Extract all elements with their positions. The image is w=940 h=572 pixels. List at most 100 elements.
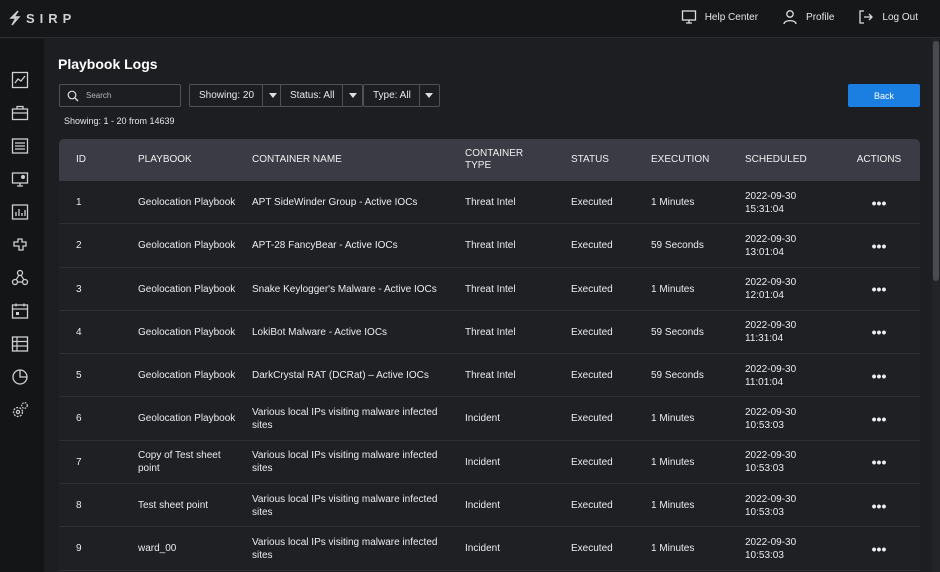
cell-container-name: Various local IPs visiting malware infec… [252,536,438,561]
cell-playbook: Geolocation Playbook [138,370,236,382]
cell-actions: ••• [856,397,902,440]
header-container-type[interactable]: CONTAINER TYPE [465,139,535,181]
table-row[interactable]: 5 Geolocation Playbook DarkCrystal RAT (DC… [59,354,920,398]
cell-playbook: Test sheet point [138,500,209,512]
search-input[interactable] [86,91,176,100]
logout-link[interactable]: Log Out [858,9,918,25]
more-actions-icon[interactable]: ••• [872,282,887,296]
more-actions-icon[interactable]: ••• [872,325,887,339]
monitor-help-icon [681,10,696,24]
cell-container-name: DarkCrystal RAT (DCRat) – Active IOCs [252,370,429,382]
scrollbar-thumb[interactable] [933,41,939,281]
status-filter[interactable]: Status: All [280,84,364,107]
cell-id: 1 [76,197,82,208]
integrations-icon[interactable] [11,236,29,254]
cell-status: Executed [571,370,613,382]
table-header: ID PLAYBOOK CONTAINER NAME CONTAINER TYP… [59,139,920,181]
cell-status: Executed [571,456,613,468]
cell-scheduled: 2022-09-30 12:01:04 [745,277,797,302]
header-container-name[interactable]: CONTAINER NAME [252,139,442,181]
monitor-icon[interactable] [11,170,29,188]
vertical-scrollbar[interactable] [932,39,940,572]
table-row[interactable]: 6 Geolocation Playbook Various local IPs v… [59,397,920,441]
showing-filter[interactable]: Showing: 20 [189,84,284,107]
table-body: 1 Geolocation Playbook APT SideWinder Grou… [59,181,920,571]
cell-actions: ••• [856,268,902,311]
cell-playbook: ward_00 [138,543,177,555]
cell-actions: ••• [856,354,902,397]
header-playbook[interactable]: PLAYBOOK [138,139,238,181]
cell-execution: 1 Minutes [651,197,695,208]
cell-actions: ••• [856,484,902,527]
search-icon [67,90,79,101]
header-scheduled[interactable]: SCHEDULED [745,139,835,181]
top-bar: SIRP Help Center Profile Log Out [0,0,940,38]
cell-execution: 59 Seconds [651,370,704,382]
table-row[interactable]: 1 Geolocation Playbook APT SideWinder Grou… [59,181,920,225]
cell-id: 6 [76,413,82,425]
type-filter[interactable]: Type: All [363,84,440,107]
calendar-icon[interactable] [11,302,29,320]
header-actions: ACTIONS [856,154,902,165]
chevron-down-icon[interactable] [418,85,439,106]
cell-container-name: Various local IPs visiting malware infec… [252,493,438,518]
main-content: Playbook Logs Showing: 20 Status: All Ty… [44,39,932,572]
user-icon [783,10,797,25]
more-actions-icon[interactable]: ••• [872,542,887,556]
cell-actions: ••• [856,224,902,267]
cell-id: 3 [76,283,82,295]
help-center-link[interactable]: Help Center [681,9,758,25]
cell-scheduled: 2022-09-30 10:53:03 [745,406,797,431]
analytics-icon[interactable] [11,368,29,386]
table-row[interactable]: 9 ward_00 Various local IPs visiting malwa… [59,527,920,571]
cell-playbook: Geolocation Playbook [138,413,236,425]
table-row[interactable]: 7 Copy of Test sheet point Various local I… [59,440,920,485]
back-button[interactable]: Back [848,84,920,107]
table-row[interactable]: 4 Geolocation Playbook LokiBot Malware - A… [59,310,920,355]
list-icon[interactable] [11,137,29,155]
cell-scheduled: 2022-09-30 13:01:04 [745,233,797,258]
app-logo[interactable]: SIRP [8,10,76,26]
cell-container-type: Threat Intel [465,326,516,338]
cell-status: Executed [571,500,613,512]
more-actions-icon[interactable]: ••• [872,196,887,210]
cell-id: 5 [76,370,82,382]
logo-text: SIRP [26,10,77,26]
header-id[interactable]: ID [76,139,116,181]
settings-icon[interactable] [11,401,29,419]
cell-execution: 1 Minutes [651,413,695,425]
cell-execution: 1 Minutes [651,456,695,468]
cell-actions: ••• [856,181,902,224]
more-actions-icon[interactable]: ••• [872,412,887,426]
cell-playbook: Geolocation Playbook [138,197,236,208]
cell-container-type: Threat Intel [465,370,516,382]
cell-scheduled: 2022-09-30 10:53:03 [745,536,797,561]
cell-container-type: Threat Intel [465,197,516,208]
cell-container-name: LokiBot Malware - Active IOCs [252,326,388,338]
table-row[interactable]: 2 Geolocation Playbook APT-28 FancyBear - … [59,224,920,268]
search-box[interactable] [59,84,181,107]
cell-status: Executed [571,326,613,338]
more-actions-icon[interactable]: ••• [872,499,887,513]
more-actions-icon[interactable]: ••• [872,239,887,253]
cell-playbook: Geolocation Playbook [138,240,236,252]
more-actions-icon[interactable]: ••• [872,455,887,469]
header-status[interactable]: STATUS [571,139,641,181]
dashboard-icon[interactable] [11,71,29,89]
cell-container-name: APT SideWinder Group - Active IOCs [252,197,418,208]
reports-icon[interactable] [11,203,29,221]
showing-count: Showing: 1 - 20 from 14639 [64,116,175,126]
profile-link[interactable]: Profile [782,9,834,25]
table-row[interactable]: 3 Geolocation Playbook Snake Keylogger's M… [59,267,920,311]
cell-scheduled: 2022-09-30 11:01:04 [745,363,797,388]
chevron-down-icon[interactable] [342,85,362,106]
more-actions-icon[interactable]: ••• [872,369,887,383]
cell-status: Executed [571,543,613,555]
cell-container-type: Incident [465,500,501,512]
header-execution[interactable]: EXECUTION [651,139,731,181]
cases-icon[interactable] [11,104,29,122]
workflow-icon[interactable] [11,269,29,287]
assets-icon[interactable] [11,335,29,353]
table-row[interactable]: 8 Test sheet point Various local IPs visit… [59,484,920,528]
logout-label: Log Out [882,11,918,23]
